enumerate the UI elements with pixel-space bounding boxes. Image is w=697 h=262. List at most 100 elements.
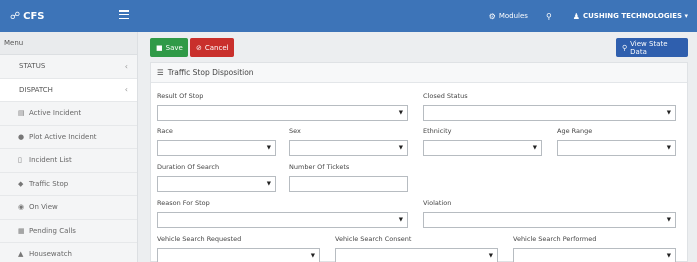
field-label: Reason For Stop bbox=[157, 199, 210, 207]
age-range-select[interactable]: ▼ bbox=[557, 140, 676, 156]
caret-down-icon: ▼ bbox=[398, 110, 403, 116]
eye-icon: ◉ bbox=[18, 203, 25, 212]
number-of-tickets-input[interactable] bbox=[289, 176, 408, 192]
modules-icon: ⚙ bbox=[488, 11, 496, 21]
ethnicity-field: Ethnicity ▼ bbox=[423, 127, 542, 156]
sex-field: Sex ▼ bbox=[289, 127, 408, 156]
save-button[interactable]: ■ Save bbox=[150, 38, 188, 57]
vehicle-search-consent-field: Vehicle Search Consent ▼ bbox=[335, 235, 498, 262]
caret-down-icon: ▼ bbox=[310, 253, 315, 259]
brand-name: CFS bbox=[23, 10, 45, 22]
field-label: Closed Status bbox=[423, 92, 468, 100]
sidebar-item-pending-calls[interactable]: ▦ Pending Calls bbox=[0, 220, 137, 243]
closed-status-field: Closed Status ▼ bbox=[423, 92, 676, 121]
sidebar-section-dispatch[interactable]: DISPATCH ‹ bbox=[0, 78, 137, 102]
sidebar-item-label: Plot Active Incident bbox=[29, 132, 97, 141]
result-of-stop-select[interactable]: ▼ bbox=[157, 105, 408, 121]
number-of-tickets-field: Number Of Tickets bbox=[289, 163, 408, 192]
sidebar-section-status[interactable]: STATUS ‹ bbox=[0, 55, 137, 79]
closed-status-select[interactable]: ▼ bbox=[423, 105, 676, 121]
brand[interactable]: ☍ CFS bbox=[0, 0, 138, 32]
field-label: Vehicle Search Consent bbox=[335, 235, 412, 243]
view-state-label: View State Data bbox=[630, 39, 668, 56]
user-icon: ♟ bbox=[572, 11, 580, 21]
chevron-left-icon: ‹ bbox=[124, 61, 128, 71]
race-select[interactable]: ▼ bbox=[157, 140, 276, 156]
sidebar-item-label: Active Incident bbox=[29, 109, 82, 118]
house-icon: ▲ bbox=[18, 250, 24, 259]
panel-title: Traffic Stop Disposition bbox=[167, 68, 254, 77]
chevron-left-icon: ‹ bbox=[124, 85, 128, 95]
field-label: Race bbox=[157, 127, 173, 135]
caret-down-icon: ▼ bbox=[666, 217, 671, 223]
caret-down-icon: ▼ bbox=[266, 145, 271, 151]
traffic-stop-disposition-panel: ☰ Traffic Stop Disposition Result Of Sto… bbox=[150, 62, 688, 262]
vehicle-search-performed-field: Vehicle Search Performed ▼ bbox=[513, 235, 676, 262]
field-label: Violation bbox=[423, 199, 452, 207]
file-icon: ▯ bbox=[18, 156, 22, 165]
main-content: ■ Save ⊘ Cancel ⚲ View State Data ☰ Traf… bbox=[138, 32, 697, 262]
save-label: Save bbox=[165, 43, 183, 52]
violation-field: Violation ▼ bbox=[423, 199, 676, 228]
org-label: CUSHING TECHNOLOGIES bbox=[582, 12, 683, 20]
sidebar-item-incident-list[interactable]: ▯ Incident List bbox=[0, 149, 137, 173]
ethnicity-select[interactable]: ▼ bbox=[423, 140, 542, 156]
caret-down-icon: ▼ bbox=[266, 181, 271, 187]
sidebar: Menu STATUS ‹ DISPATCH ‹ ▤ Active Incide… bbox=[0, 32, 138, 262]
sidebar-item-label: Housewatch bbox=[29, 250, 72, 259]
result-of-stop-field: Result Of Stop ▼ bbox=[157, 92, 408, 121]
sex-select[interactable]: ▼ bbox=[289, 140, 408, 156]
vehicle-search-requested-field: Vehicle Search Requested ▼ bbox=[157, 235, 320, 262]
pin-icon: ⚲ bbox=[545, 11, 552, 21]
field-label: Number Of Tickets bbox=[289, 163, 350, 171]
org-menu[interactable]: ♟ CUSHING TECHNOLOGIES ▾ bbox=[564, 0, 697, 32]
field-label: Vehicle Search Performed bbox=[513, 235, 597, 243]
vehicle-search-consent-select[interactable]: ▼ bbox=[335, 248, 498, 262]
caret-down-icon: ▼ bbox=[666, 110, 671, 116]
field-label: Ethnicity bbox=[423, 127, 452, 135]
save-icon: ■ bbox=[156, 43, 163, 52]
view-state-data-button[interactable]: ⚲ View State Data bbox=[616, 38, 688, 57]
search-icon: ⚲ bbox=[622, 43, 628, 52]
sidebar-section-label: STATUS bbox=[19, 62, 46, 71]
age-range-field: Age Range ▼ bbox=[557, 127, 676, 156]
chevron-down-icon: ▾ bbox=[682, 12, 688, 20]
duration-of-search-select[interactable]: ▼ bbox=[157, 176, 276, 192]
caret-down-icon: ▼ bbox=[398, 217, 403, 223]
sidebar-item-label: Traffic Stop bbox=[29, 179, 69, 188]
modules-menu[interactable]: ⚙ Modules bbox=[480, 0, 537, 32]
caret-down-icon: ▼ bbox=[488, 253, 493, 259]
field-label: Duration Of Search bbox=[157, 163, 220, 171]
violation-select[interactable]: ▼ bbox=[423, 212, 676, 228]
vehicle-search-performed-select[interactable]: ▼ bbox=[513, 248, 676, 262]
vehicle-search-requested-select[interactable]: ▼ bbox=[157, 248, 320, 262]
document-icon: ▤ bbox=[18, 109, 25, 118]
field-label: Vehicle Search Requested bbox=[157, 235, 242, 243]
sidebar-item-traffic-stop[interactable]: ◆ Traffic Stop bbox=[0, 173, 137, 196]
sidebar-header: Menu bbox=[0, 32, 137, 55]
menu-toggle-icon[interactable] bbox=[119, 10, 129, 19]
modules-label: Modules bbox=[498, 12, 528, 20]
reason-for-stop-select[interactable]: ▼ bbox=[157, 212, 408, 228]
cancel-label: Cancel bbox=[204, 43, 229, 52]
top-navbar: ☍ CFS ⚙ Modules ⚲ ♟ CUSHING TECHNOLOGIES… bbox=[0, 0, 697, 32]
sidebar-item-active-incident[interactable]: ▤ Active Incident bbox=[0, 102, 137, 126]
field-label: Sex bbox=[289, 127, 301, 135]
clipboard-icon: ▦ bbox=[18, 226, 25, 235]
panel-header: ☰ Traffic Stop Disposition bbox=[151, 63, 687, 83]
reason-for-stop-field: Reason For Stop ▼ bbox=[157, 199, 408, 228]
sidebar-item-on-view[interactable]: ◉ On View bbox=[0, 196, 137, 220]
sidebar-item-label: On View bbox=[29, 203, 58, 212]
cancel-button[interactable]: ⊘ Cancel bbox=[190, 38, 234, 57]
caret-down-icon: ▼ bbox=[666, 145, 671, 151]
sidebar-item-housewatch[interactable]: ▲ Housewatch bbox=[0, 243, 137, 262]
race-field: Race ▼ bbox=[157, 127, 276, 156]
globe-icon: ● bbox=[18, 132, 25, 141]
list-icon: ☰ bbox=[157, 68, 164, 77]
sidebar-item-label: Incident List bbox=[29, 156, 72, 165]
field-label: Result Of Stop bbox=[157, 92, 204, 100]
sidebar-item-plot-active-incident[interactable]: ● Plot Active Incident bbox=[0, 126, 137, 149]
location-button[interactable]: ⚲ bbox=[537, 0, 564, 32]
sidebar-item-label: Pending Calls bbox=[29, 226, 76, 235]
car-icon: ◆ bbox=[18, 179, 24, 188]
